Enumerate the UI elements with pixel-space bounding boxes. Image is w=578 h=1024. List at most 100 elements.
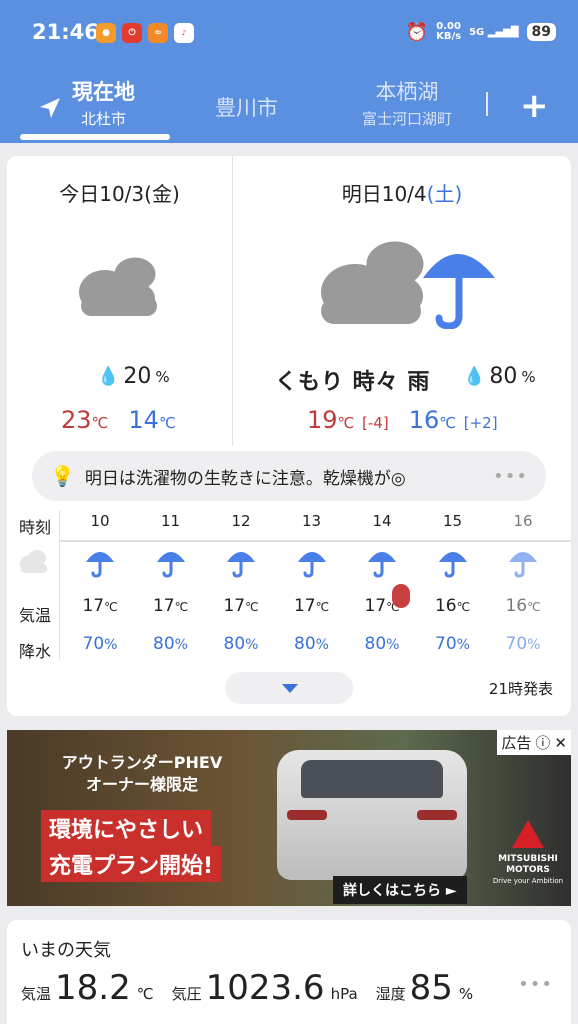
car-window (301, 760, 443, 798)
tab-current-location-sub: 北杜市 (80, 110, 126, 128)
raindrop-icon: 💧 (463, 366, 486, 387)
expand-hourly-button[interactable] (225, 672, 353, 704)
hour-precip-unit: % (456, 637, 470, 653)
hour-precip-value: 80 (223, 634, 246, 654)
ad-tagline-1: 環境にやさしい (41, 810, 212, 846)
today-title-close: ) (171, 182, 180, 206)
hourly-column: 16 16℃ 70% (488, 506, 558, 666)
ad-headline: アウトランダーPHEV オーナー様限定 (47, 752, 237, 796)
umbrella-icon (438, 552, 467, 578)
hour-precip-unit: % (527, 637, 541, 653)
hour-label: 16 (513, 512, 533, 530)
app-header: 21:46 ● ⏻ ∞ ♪ ⏰ 0.00 KB/s 5G ▂▄▆█ 89 現在地 … (0, 0, 578, 143)
hour-temp: 17℃ (206, 596, 276, 616)
hour-label: 10 (90, 512, 110, 530)
alarm-icon: ⏰ (405, 21, 429, 43)
hour-temp: 17℃ (136, 596, 206, 616)
ad-tagline-2: 充電プラン開始! (41, 846, 222, 882)
tomorrow-precip-value: 80 (489, 364, 518, 389)
tomorrow-temps: 19℃ [-4] 16℃ [+2] (307, 406, 498, 434)
hour-temp-value: 16 (434, 596, 457, 616)
tab-motosuko-sub: 富士河口湖町 (362, 110, 453, 128)
hour-temp-unit: ℃ (104, 600, 118, 614)
hour-label: 14 (372, 512, 392, 530)
brand-diamond-icon (512, 820, 544, 848)
hour-temp-value: 17 (152, 596, 175, 616)
ad-headline-1: アウトランダーPHEV (61, 753, 223, 772)
ad-label[interactable]: 広告 ⓘ ✕ (497, 730, 571, 755)
tab-separator (486, 92, 488, 116)
more-options-icon[interactable]: ••• (518, 974, 553, 995)
tomorrow-low: 16℃ [+2] (409, 406, 498, 434)
advertisement-banner[interactable]: アウトランダーPHEV オーナー様限定 環境にやさしい 充電プラン開始! 詳しくは… (7, 730, 571, 906)
advice-banner[interactable]: 💡 明日は洗濯物の生乾きに注意。乾燥機が◎ ••• (32, 451, 546, 501)
tomorrow-low-unit: ℃ (439, 414, 457, 432)
hour-temp: 16℃ (488, 596, 558, 616)
current-weather-card[interactable]: いまの天気 気温 18.2 ℃ 気圧 1023.6 hPa 湿度 85 % ••… (7, 920, 571, 1024)
tomorrow-title: 明日10/4(土) (233, 178, 571, 207)
current-temp-unit: ℃ (136, 985, 154, 1003)
hour-precip: 80% (277, 634, 347, 654)
more-options-icon[interactable]: ••• (493, 466, 528, 487)
tab-motosuko[interactable]: 本栖湖 富士河口湖町 (362, 76, 452, 129)
today-precip-value: 20 (123, 364, 152, 389)
close-icon[interactable]: ✕ (554, 734, 567, 752)
hour-precip-unit: % (174, 637, 188, 653)
hourly-forecast[interactable]: 時刻 気温 降水 10 17℃ 70% 11 17℃ 80% 12 17℃ 80% 13 17℃ 80… (7, 506, 571, 666)
ad-cta-button[interactable]: 詳しくはこちら ► (333, 876, 467, 904)
tomorrow-precip-unit: % (521, 367, 536, 386)
car-image (277, 750, 467, 880)
hourly-column: 10 17℃ 70% (65, 506, 135, 666)
tab-current-location-label: 現在地 (72, 80, 135, 104)
hour-precip-value: 70 (505, 634, 528, 654)
current-weather-values: 気温 18.2 ℃ 気圧 1023.6 hPa 湿度 85 % (21, 968, 491, 1008)
cloudy-icon (79, 254, 159, 316)
hour-precip-unit: % (315, 637, 329, 653)
tomorrow-description: くもり 時々 雨 (275, 370, 431, 395)
forecast-card: 今日10/3(金) 💧 20% 23℃ 14℃ 明日10/4(土) くもり 時々… (7, 156, 571, 716)
tab-toyokawa[interactable]: 豊川市 (215, 92, 278, 122)
location-arrow-icon (40, 98, 60, 118)
cloudy-rain-icon (321, 238, 495, 329)
precip-row-label: 降水 (19, 642, 52, 661)
tomorrow-date: 明日10/4 (341, 182, 427, 206)
add-location-button[interactable]: + (520, 86, 549, 126)
hour-temp: 17℃ (65, 596, 135, 616)
news-app-icon: ♪ (174, 23, 194, 43)
hour-label: 12 (231, 512, 251, 530)
status-bar: 21:46 ● ⏻ ∞ ♪ ⏰ 0.00 KB/s 5G ▂▄▆█ 89 (0, 14, 578, 50)
issued-time: 21時発表 (488, 680, 553, 698)
link-app-icon: ∞ (148, 23, 168, 43)
today-forecast[interactable]: 今日10/3(金) 💧 20% 23℃ 14℃ (7, 156, 232, 446)
status-right: ⏰ 0.00 KB/s 5G ▂▄▆█ 89 (406, 20, 556, 44)
hour-precip: 80% (136, 634, 206, 654)
today-high-unit: ℃ (91, 414, 109, 432)
umbrella-icon (227, 552, 255, 578)
hour-temp-value: 17 (82, 596, 105, 616)
hour-precip: 80% (347, 634, 417, 654)
tomorrow-forecast[interactable]: 明日10/4(土) くもり 時々 雨 💧 80% 19℃ [-4] 16℃ [+… (233, 156, 571, 446)
hourly-column: 11 17℃ 80% (136, 506, 206, 666)
net-speed-unit: KB/s (436, 31, 462, 42)
tomorrow-high: 19℃ [-4] (307, 406, 389, 434)
info-icon[interactable]: ⓘ (535, 732, 550, 753)
hour-precip-value: 70 (435, 634, 457, 654)
umbrella-icon (86, 552, 114, 578)
hour-temp-value: 17 (223, 596, 246, 616)
brand-line-1: MITSUBISHI (498, 854, 558, 864)
hour-precip-value: 80 (294, 634, 316, 654)
today-date: 今日10/3( (59, 182, 152, 206)
today-high-value: 23 (61, 406, 92, 434)
today-title: 今日10/3(金) (7, 178, 232, 207)
location-tabs: 現在地 北杜市 豊川市 本栖湖 富士河口湖町 + (0, 72, 578, 142)
weather-row-icon (20, 550, 47, 573)
hour-precip: 80% (206, 634, 276, 654)
advice-text: 明日は洗濯物の生乾きに注意。乾燥機が◎ (84, 468, 406, 489)
hourly-column: 13 17℃ 80% (277, 506, 347, 666)
tomorrow-high-unit: ℃ (337, 414, 355, 432)
umbrella-icon (368, 552, 396, 578)
tomorrow-high-diff: [-4] (362, 414, 389, 432)
hourly-column: 12 17℃ 80% (206, 506, 276, 666)
tab-current-location[interactable]: 現在地 北杜市 (72, 76, 135, 129)
hour-precip-unit: % (104, 637, 118, 653)
